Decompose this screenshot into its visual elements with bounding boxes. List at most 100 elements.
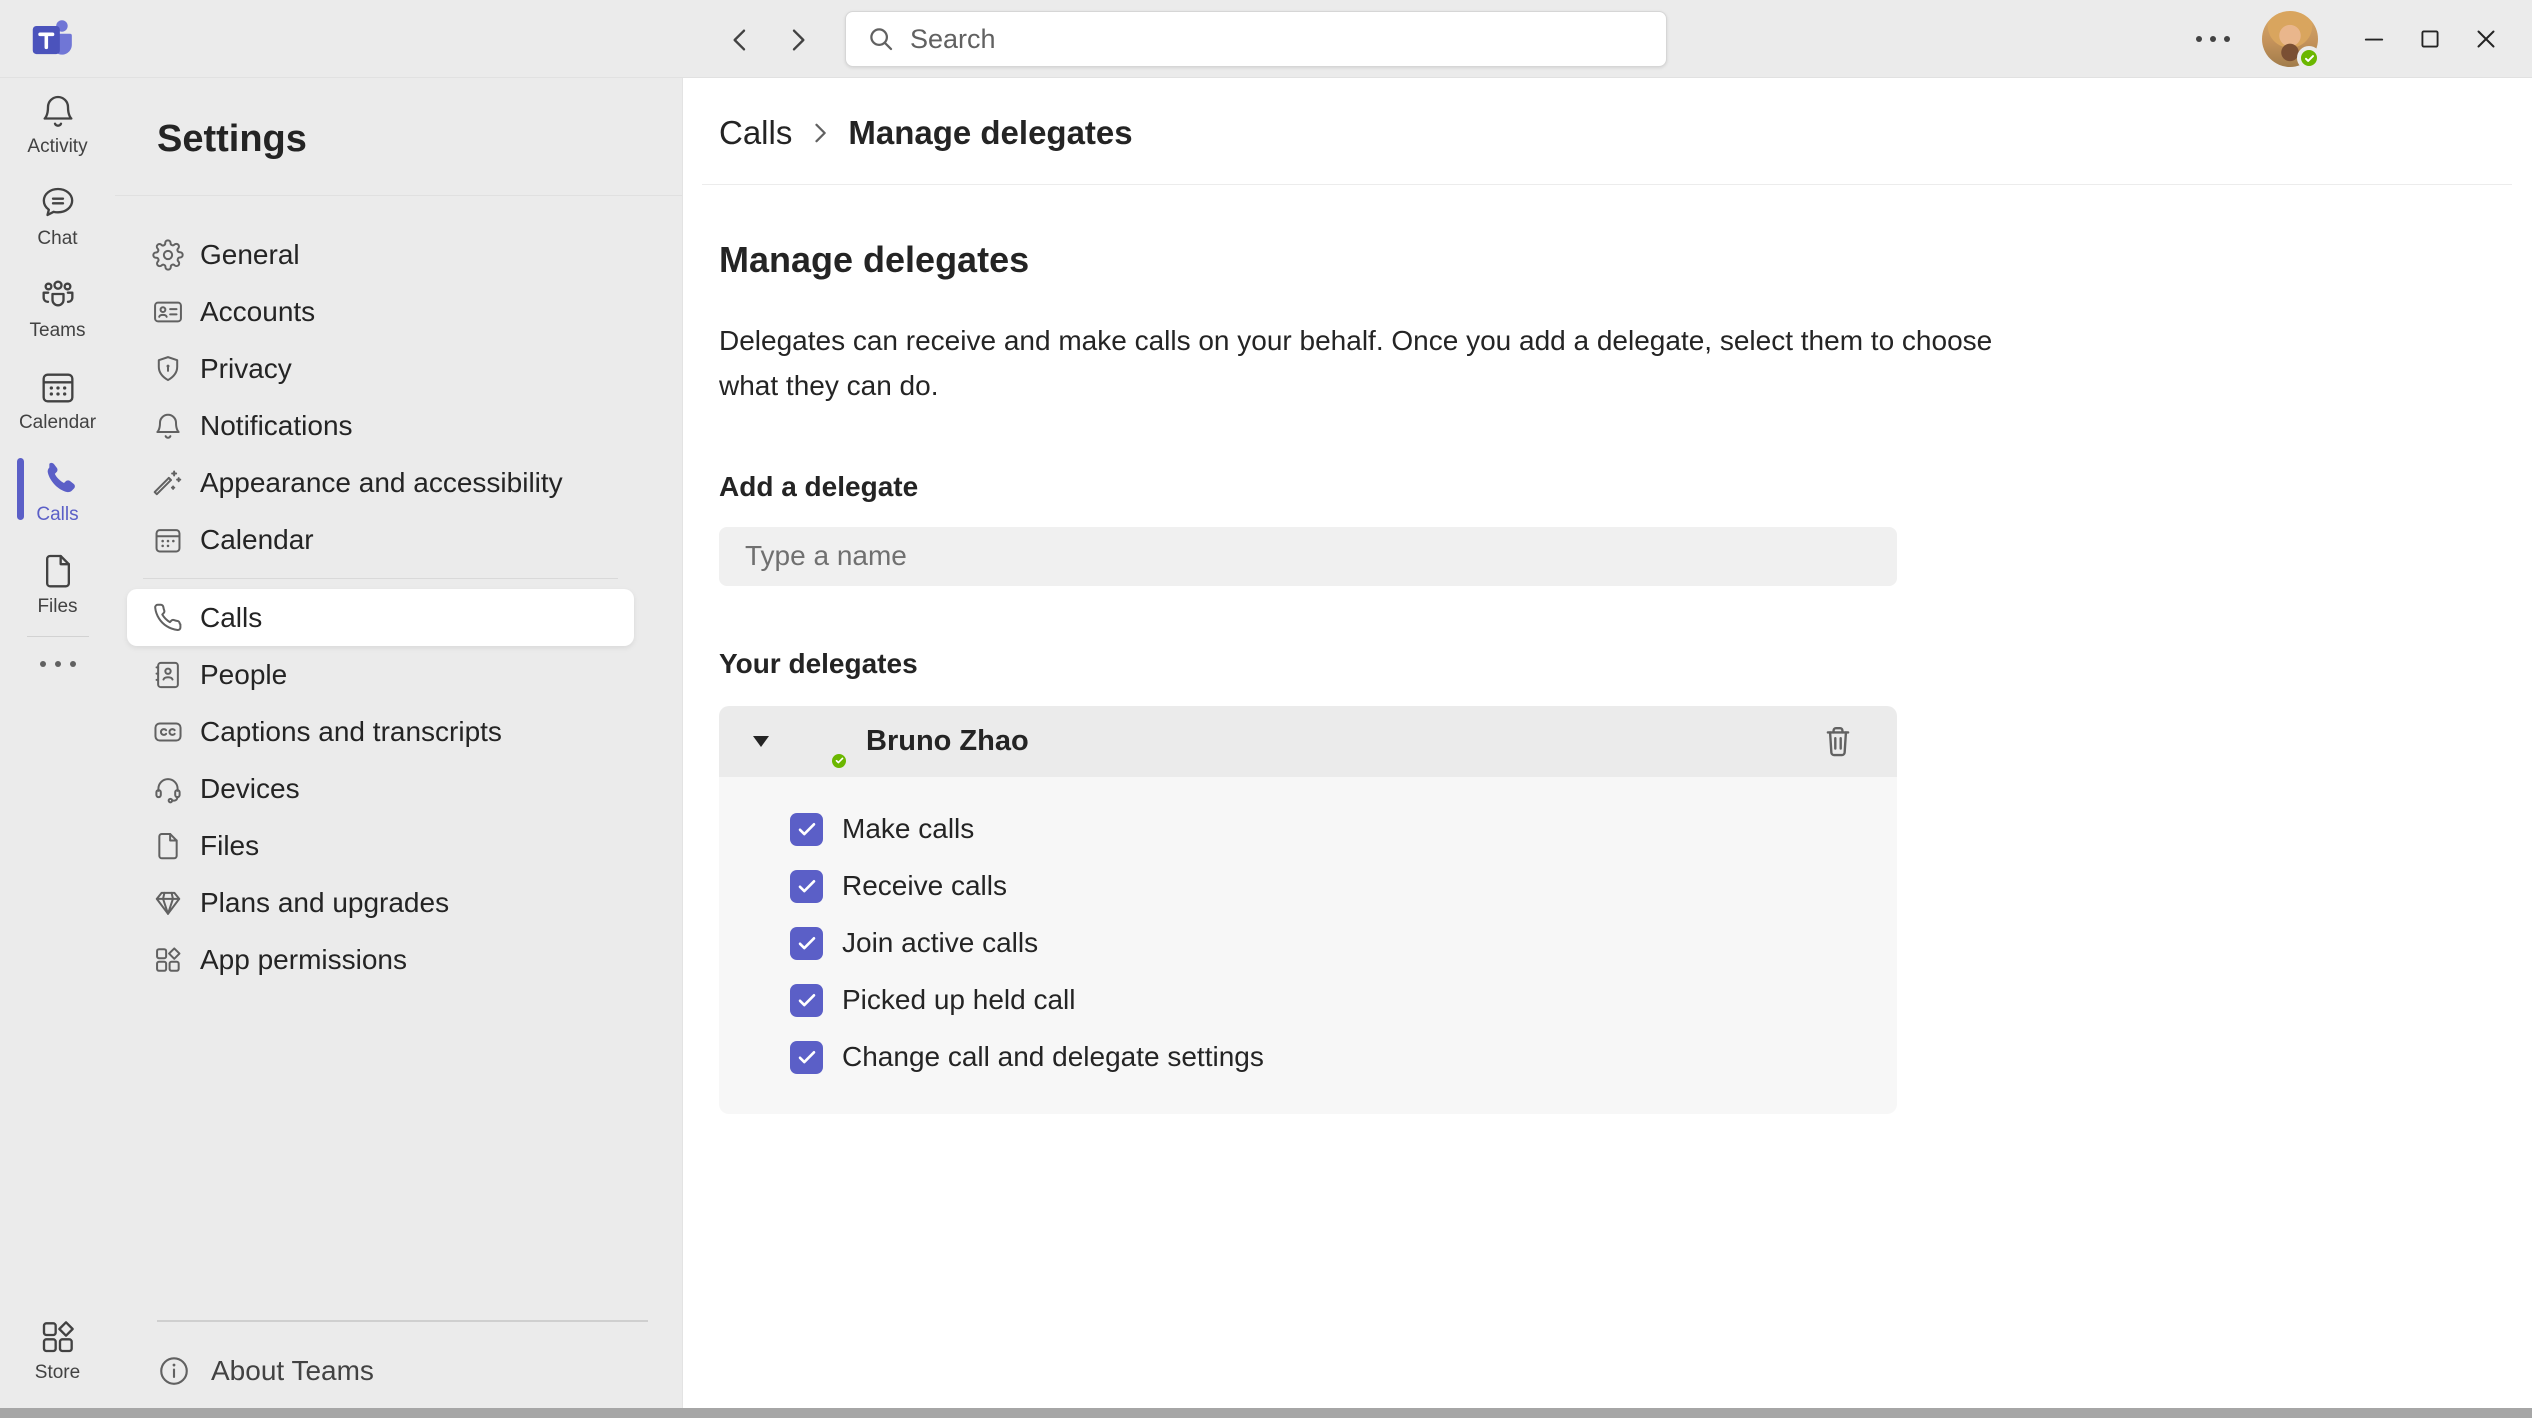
teams-window: Activity Chat Teams Calendar Calls (0, 0, 2532, 1418)
settings-item-devices[interactable]: Devices (127, 760, 634, 817)
presence-available-badge (828, 749, 850, 772)
rail-item-chat[interactable]: Chat (0, 170, 115, 262)
permission-row: Change call and delegate settings (790, 1029, 1897, 1086)
settings-item-label: Accounts (200, 295, 316, 327)
settings-item-accounts[interactable]: Accounts (127, 283, 634, 340)
settings-item-people[interactable]: People (127, 646, 634, 703)
settings-content: Calls Manage delegates Manage delegates … (683, 78, 2532, 1408)
delegate-name: Bruno Zhao (866, 724, 1029, 757)
settings-item-plans[interactable]: Plans and upgrades (127, 874, 634, 931)
document-icon (38, 551, 78, 591)
teams-logo-icon (26, 14, 76, 64)
your-delegates-label: Your delegates (719, 647, 918, 679)
permission-label: Join active calls (842, 927, 1039, 959)
rail-item-calendar[interactable]: Calendar (0, 354, 115, 446)
collapse-triangle-icon[interactable] (753, 735, 769, 747)
back-arrow-icon[interactable] (722, 22, 758, 58)
settings-item-label: Devices (200, 772, 300, 804)
checkbox-checked-icon[interactable] (790, 926, 823, 960)
settings-item-calendar[interactable]: Calendar (127, 511, 634, 568)
more-options-icon[interactable] (2186, 26, 2240, 52)
diamond-icon (152, 887, 184, 919)
chevron-right-icon (806, 119, 834, 147)
breadcrumb-calls-link[interactable]: Calls (719, 114, 792, 152)
shield-keyhole-icon (152, 353, 184, 385)
checkbox-checked-icon[interactable] (790, 1040, 823, 1074)
closed-captions-icon (152, 716, 184, 748)
settings-item-label: Appearance and accessibility (200, 466, 563, 498)
settings-item-label: People (200, 658, 288, 690)
settings-item-label: Captions and transcripts (200, 715, 502, 747)
rail-label: Activity (27, 136, 88, 157)
app-rail: Activity Chat Teams Calendar Calls Files… (0, 78, 115, 1408)
settings-item-calls[interactable]: Calls (127, 589, 634, 646)
bell-icon (38, 91, 78, 131)
calendar-icon (152, 524, 184, 556)
info-icon (157, 1354, 191, 1388)
checkbox-checked-icon[interactable] (790, 869, 823, 903)
title-bar (0, 0, 2532, 78)
rail-item-activity[interactable]: Activity (0, 78, 115, 170)
rail-item-teams[interactable]: Teams (0, 262, 115, 354)
contact-book-icon (152, 659, 184, 691)
phone-filled-icon (38, 459, 78, 499)
settings-item-privacy[interactable]: Privacy (127, 340, 634, 397)
app-grid-icon (152, 944, 184, 976)
add-delegate-label: Add a delegate (719, 470, 919, 502)
permission-row: Make calls (790, 801, 1897, 858)
settings-item-general[interactable]: General (127, 226, 634, 283)
settings-item-label: Calls (200, 601, 263, 633)
rail-more-apps-icon[interactable] (39, 647, 76, 681)
id-card-icon (152, 296, 184, 328)
profile-avatar[interactable] (2262, 11, 2321, 70)
window-bottom-border (0, 1408, 2532, 1418)
add-delegate-input[interactable] (719, 526, 1897, 586)
settings-item-appearance[interactable]: Appearance and accessibility (127, 454, 634, 511)
rail-item-calls[interactable]: Calls (0, 446, 115, 538)
settings-item-app-permissions[interactable]: App permissions (127, 931, 634, 988)
maximize-button[interactable] (2402, 11, 2458, 67)
rail-item-store[interactable]: Store (0, 1304, 115, 1396)
settings-item-captions[interactable]: Captions and transcripts (127, 703, 634, 760)
permission-label: Receive calls (842, 870, 1007, 902)
wand-sparkles-icon (152, 467, 184, 499)
about-teams-label: About Teams (211, 1355, 374, 1386)
chat-bubble-icon (38, 183, 78, 223)
forward-arrow-icon[interactable] (780, 22, 816, 58)
page-description: Delegates can receive and make calls on … (719, 325, 1993, 401)
checkbox-checked-icon[interactable] (790, 812, 823, 846)
delegate-permissions: Make calls Receive calls Join active cal… (719, 776, 1897, 1114)
delegate-row[interactable]: Bruno Zhao (719, 705, 1897, 777)
rail-label: Files (37, 596, 78, 617)
about-teams-link[interactable]: About Teams (157, 1348, 648, 1394)
presence-available-badge (2297, 46, 2321, 70)
minimize-button[interactable] (2346, 11, 2402, 67)
settings-item-files[interactable]: Files (127, 817, 634, 874)
headset-icon (152, 773, 184, 805)
permission-row: Receive calls (790, 858, 1897, 915)
page-title: Manage delegates (719, 239, 1030, 280)
search-box[interactable] (845, 11, 1667, 67)
rail-label: Teams (29, 320, 86, 341)
active-indicator (17, 458, 24, 520)
bell-icon (152, 410, 184, 442)
settings-item-notifications[interactable]: Notifications (127, 397, 634, 454)
close-button[interactable] (2458, 11, 2514, 67)
checkbox-checked-icon[interactable] (790, 983, 823, 1017)
search-input[interactable] (910, 23, 1646, 55)
permission-label: Change call and delegate settings (842, 1041, 1264, 1073)
gear-icon (152, 238, 184, 271)
permission-label: Make calls (842, 813, 975, 845)
rail-item-files[interactable]: Files (0, 538, 115, 630)
search-icon (866, 24, 896, 54)
settings-title: Settings (157, 118, 307, 160)
settings-item-label: Privacy (200, 352, 292, 384)
permission-row: Join active calls (790, 915, 1897, 972)
settings-item-label: Calendar (200, 523, 314, 555)
settings-nav: General Accounts Privacy Notifications A… (115, 196, 682, 988)
permission-label: Picked up held call (842, 984, 1076, 1016)
settings-item-label: Plans and upgrades (200, 886, 450, 918)
breadcrumb-current: Manage delegates (848, 114, 1133, 151)
calendar-icon (38, 367, 78, 407)
delete-delegate-button[interactable] (1819, 722, 1857, 760)
